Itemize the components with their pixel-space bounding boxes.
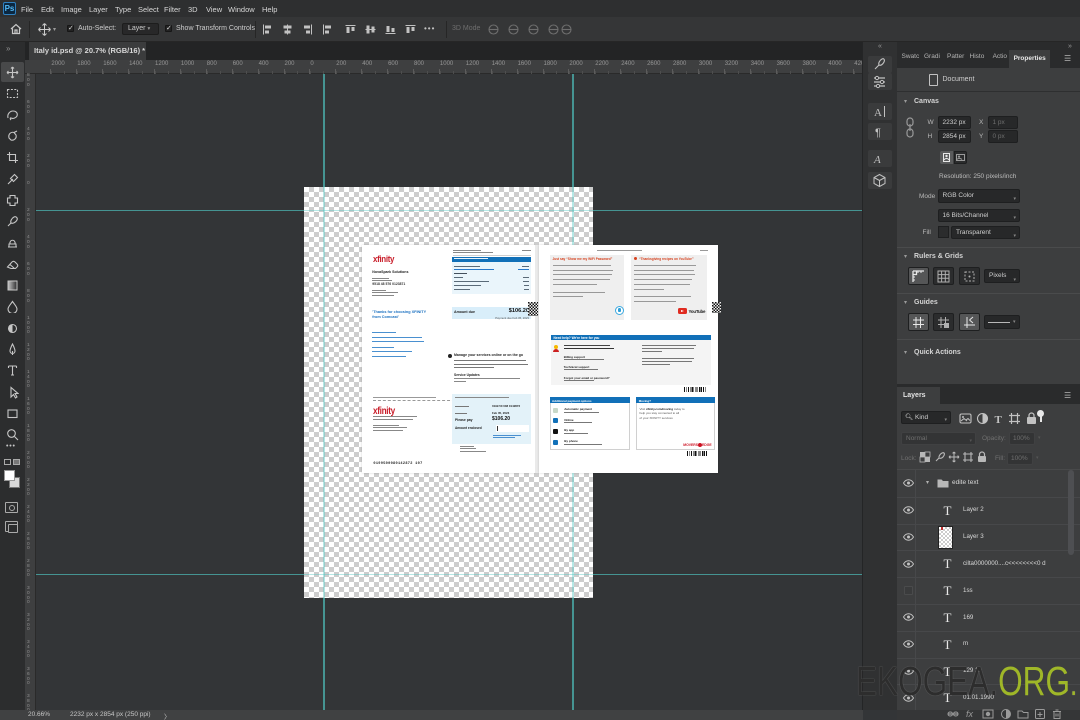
svg-text:T: T: [994, 414, 1002, 425]
svg-text:A: A: [874, 107, 882, 119]
svg-text:A: A: [873, 154, 881, 166]
svg-text:¶: ¶: [875, 127, 881, 139]
svg-text:fx: fx: [966, 709, 974, 719]
